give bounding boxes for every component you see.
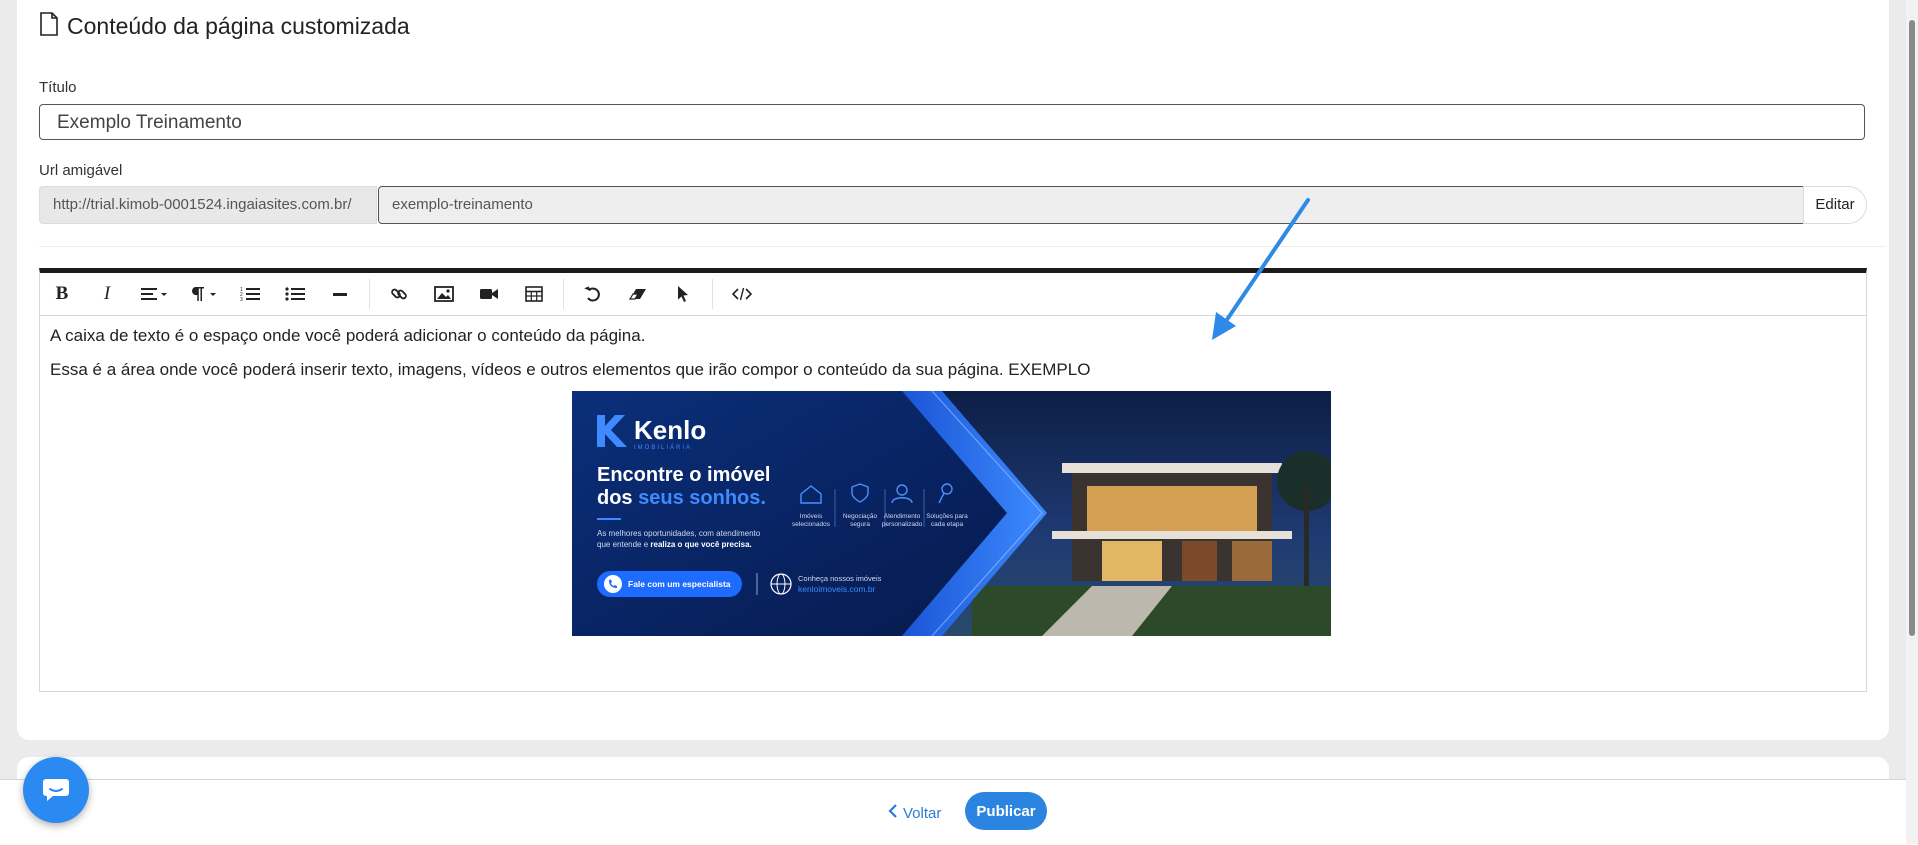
banner-brand: Kenlo [634, 415, 706, 445]
svg-text:que entende e realiza o que vo: que entende e realiza o que você precisa… [597, 540, 752, 549]
action-bar [0, 779, 1918, 845]
banner-feature: personalizado [882, 521, 923, 528]
title-input[interactable]: Exemplo Treinamento [39, 104, 1865, 140]
svg-text:3: 3 [240, 297, 243, 302]
image-icon[interactable] [428, 278, 460, 310]
banner-image[interactable]: Kenlo IMOBILIÁRIA Encontre o imóvel dos … [572, 391, 1331, 636]
banner-desc-bold: realiza o que você precisa. [650, 540, 751, 549]
chevron-left-icon [888, 804, 898, 822]
back-button[interactable]: Voltar [888, 796, 941, 830]
banner-feature: segura [850, 521, 870, 528]
paragraph-icon[interactable] [185, 278, 221, 310]
divider [39, 246, 1885, 247]
link-icon[interactable] [383, 278, 415, 310]
scrollbar-thumb[interactable] [1909, 20, 1915, 636]
undo-icon[interactable] [577, 278, 609, 310]
banner-cta: Fale com um especialista [628, 579, 731, 589]
banner-site-url: kenloimoveis.com.br [798, 584, 876, 594]
file-icon [39, 12, 59, 41]
code-view-icon[interactable] [726, 278, 758, 310]
banner-desc: As melhores oportunidades, com atendimen… [597, 529, 761, 538]
eraser-icon[interactable] [622, 278, 654, 310]
editor-paragraph: Essa é a área onde você poderá inserir t… [50, 360, 1091, 379]
editor-toolbar: B I 123 [40, 273, 1866, 316]
banner-graphic: Kenlo IMOBILIÁRIA Encontre o imóvel dos … [572, 391, 1331, 636]
table-icon[interactable] [518, 278, 550, 310]
annotation-arrow [1212, 198, 1310, 340]
edit-url-button[interactable]: Editar [1803, 186, 1867, 224]
banner-feature: cada etapa [931, 521, 964, 528]
banner-brand-sub: IMOBILIÁRIA [634, 444, 692, 451]
banner-feature: Soluções para [926, 513, 968, 520]
banner-site-label: Conheça nossos imóveis [798, 574, 882, 583]
video-icon[interactable] [473, 278, 505, 310]
italic-icon[interactable]: I [91, 278, 123, 310]
align-icon[interactable] [136, 278, 172, 310]
ordered-list-icon[interactable]: 123 [234, 278, 266, 310]
banner-feature: Atendimento [884, 513, 921, 520]
chat-icon [43, 779, 69, 801]
title-label: Título [39, 79, 77, 96]
url-prefix: http://trial.kimob-0001524.ingaiasites.c… [39, 186, 377, 224]
page-title: Conteúdo da página customizada [67, 13, 410, 39]
banner-feature: Negociação [843, 513, 878, 520]
banner-headline-highlight: seus sonhos. [638, 487, 766, 509]
url-label: Url amigável [39, 162, 123, 179]
back-label: Voltar [903, 804, 942, 822]
svg-text:dos seus sonhos.: dos seus sonhos. [597, 487, 766, 509]
banner-headline-part: dos [597, 487, 638, 509]
page-header: Conteúdo da página customizada [39, 12, 410, 41]
banner-feature: selecionados [792, 521, 831, 528]
banner-feature: Imóveis [800, 513, 823, 520]
banner-desc-part: que entende e [597, 540, 650, 549]
publish-button[interactable]: Publicar [965, 792, 1047, 830]
pointer-icon[interactable] [667, 278, 699, 310]
chat-button[interactable] [23, 757, 89, 823]
banner-headline: Encontre o imóvel [597, 464, 770, 486]
url-slug-input[interactable]: exemplo-treinamento [378, 186, 1821, 224]
editor-paragraph: A caixa de texto é o espaço onde você po… [50, 326, 646, 345]
rich-text-editor[interactable]: B I 123 A caixa de texto é o espaço onde… [39, 268, 1867, 692]
bullet-list-icon[interactable] [279, 278, 311, 310]
horizontal-rule-icon[interactable] [324, 278, 356, 310]
bold-icon[interactable]: B [46, 278, 78, 310]
